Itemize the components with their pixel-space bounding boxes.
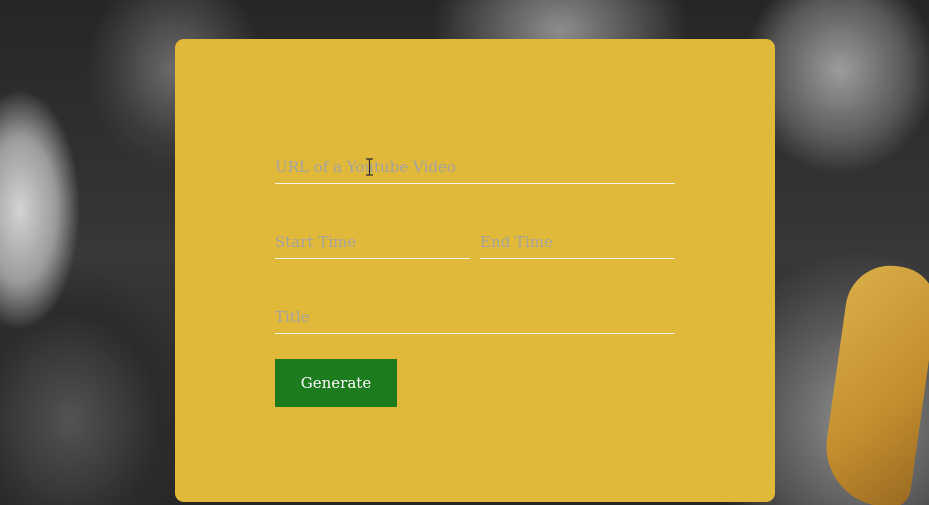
form-panel: URL of a Youtube Video Start Time End Ti… — [175, 39, 775, 502]
page: URL of a Youtube Video Start Time End Ti… — [0, 0, 929, 505]
text-cursor-icon — [366, 158, 373, 176]
start-time-input[interactable]: Start Time — [275, 232, 470, 259]
end-time-placeholder: End Time — [480, 233, 553, 251]
title-input[interactable]: Title — [275, 307, 675, 334]
end-time-input[interactable]: End Time — [480, 232, 675, 259]
youtube-url-input[interactable]: URL of a Youtube Video — [275, 157, 675, 184]
generate-button[interactable]: Generate — [275, 359, 397, 407]
start-time-placeholder: Start Time — [275, 233, 357, 251]
title-placeholder: Title — [275, 308, 310, 326]
